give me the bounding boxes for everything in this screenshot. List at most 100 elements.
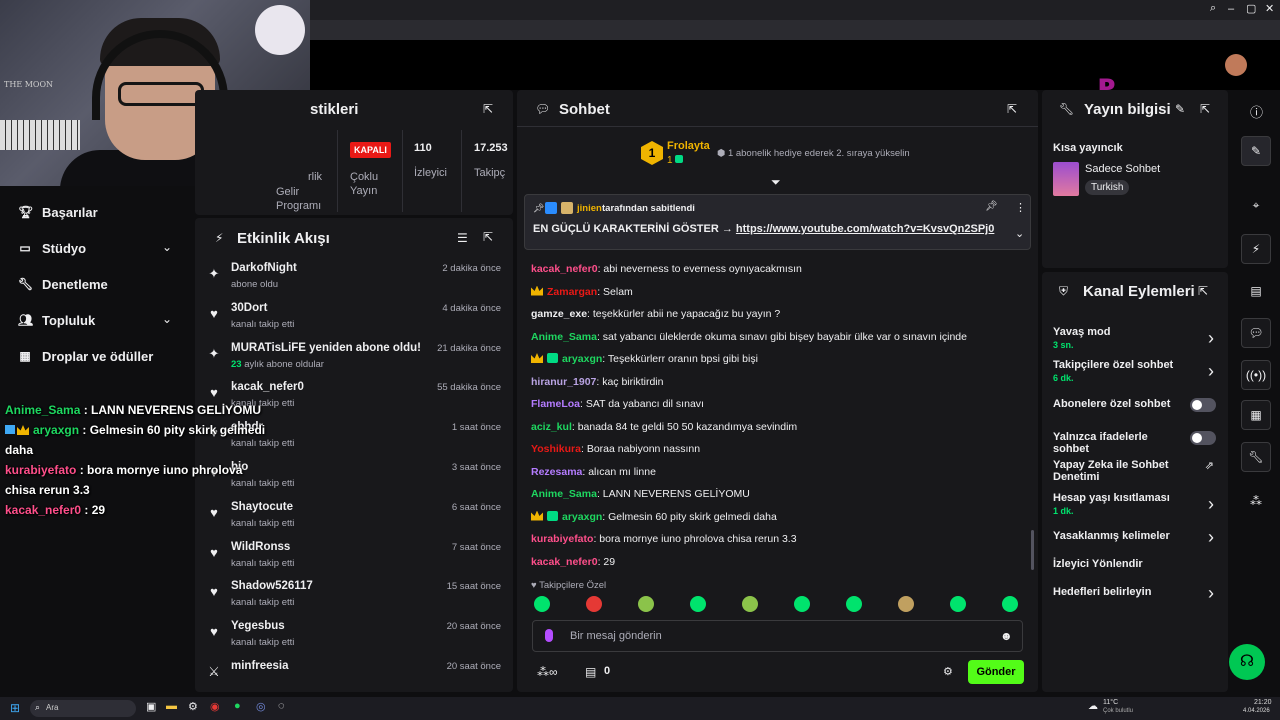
popout-icon[interactable]: ⇱: [1200, 102, 1210, 116]
list-item[interactable]: ✦ MURATisLiFE yeniden abone oldu! 23 aylık…: [195, 338, 513, 378]
channel-action-label[interactable]: İzleyici Yönlendir: [1053, 558, 1178, 570]
chat-username[interactable]: Anime_Sama: [531, 488, 597, 500]
more-icon[interactable]: ⋮: [1015, 201, 1026, 214]
microphone-icon[interactable]: [545, 629, 553, 642]
info-icon[interactable]: ⓘ: [1250, 102, 1263, 121]
channel-action-label[interactable]: Yavaş mod: [1053, 326, 1178, 338]
minimize-icon[interactable]: –: [1228, 3, 1234, 15]
windows-start-icon[interactable]: ⊞: [10, 701, 20, 715]
chat-username[interactable]: kurabiyefato: [531, 533, 593, 545]
list-item[interactable]: ♥ 30Dort kanalı takip etti 4 dakika önce: [195, 298, 513, 338]
chat-username[interactable]: gamze_exe: [531, 308, 587, 320]
unpin-icon[interactable]: 📌︎: [985, 201, 998, 212]
toggle-switch[interactable]: [1190, 431, 1216, 445]
emote-icon[interactable]: [638, 596, 654, 612]
list-item[interactable]: ♥ Yegesbus kanalı takip etti 20 saat önce: [195, 616, 513, 656]
emote-icon[interactable]: [950, 596, 966, 612]
chat-username[interactable]: aryaxgn: [562, 511, 602, 523]
emote-icon[interactable]: [742, 596, 758, 612]
chevron-down-icon[interactable]: ⌄: [162, 312, 172, 326]
chat-username[interactable]: Anime_Sama: [531, 331, 597, 343]
chevron-right-icon[interactable]: ›: [1208, 361, 1214, 382]
sidebar-item-community[interactable]: 👥︎ Topluluk: [18, 310, 95, 330]
list-item[interactable]: ✦ DarkofNight abone oldu 2 dakika önce: [195, 258, 513, 298]
bolt-icon[interactable]: ⚡︎: [1241, 234, 1271, 264]
channel-action-label[interactable]: Yapay Zeka ile Sohbet Denetimi: [1053, 459, 1178, 483]
channel-action-label[interactable]: Hedefleri belirleyin: [1053, 586, 1178, 598]
folder-icon[interactable]: ▬: [166, 700, 177, 712]
scrollbar[interactable]: [1031, 530, 1034, 570]
emote-icon[interactable]: [1002, 596, 1018, 612]
list-item[interactable]: ⚔ minfreesia 20 saat önce: [195, 656, 513, 696]
channel-action-label[interactable]: Yasaklanmış kelimeler: [1053, 530, 1178, 542]
users-icon[interactable]: ⁂: [1241, 486, 1271, 516]
tag-badge[interactable]: Turkish: [1085, 180, 1130, 195]
channel-action-label[interactable]: Hesap yaşı kısıtlaması: [1053, 492, 1178, 504]
gear-icon[interactable]: ⚙︎: [943, 665, 953, 678]
browser-icon[interactable]: ◉: [210, 700, 220, 713]
popout-icon[interactable]: ⇱: [483, 230, 493, 244]
taskview-icon[interactable]: ▣: [146, 700, 156, 713]
collapse-icon[interactable]: ⏷: [771, 175, 781, 190]
sidebar-item-studio[interactable]: ▭ Stüdyo: [18, 238, 86, 258]
chat-username[interactable]: aciz_kul: [531, 421, 572, 433]
notes-icon[interactable]: ▤: [1241, 276, 1271, 306]
chat-username[interactable]: kacak_nefer0: [531, 263, 598, 275]
external-link-icon[interactable]: ⇗: [1205, 459, 1214, 472]
sidebar-item-achievements[interactable]: 🏆︎ Başarılar: [18, 202, 98, 222]
emote-icon[interactable]: [690, 596, 706, 612]
obs-icon[interactable]: ◌: [278, 700, 285, 712]
list-item[interactable]: ♥ Shadow526117 kanalı takip etti 15 saat ön…: [195, 576, 513, 616]
avatar[interactable]: [1225, 54, 1247, 76]
chat-username[interactable]: aryaxgn: [562, 353, 602, 365]
search-icon[interactable]: ⌕: [1210, 2, 1216, 15]
gifter-name[interactable]: Frolayta: [667, 140, 710, 152]
send-button[interactable]: Gönder: [968, 660, 1024, 684]
layout-icon[interactable]: ▦: [1241, 400, 1271, 430]
chat-input[interactable]: Bir mesaj gönderin ☻: [532, 620, 1023, 652]
sidebar-item-drops[interactable]: ▦ Droplar ve ödüller: [18, 346, 153, 366]
emote-icon[interactable]: [898, 596, 914, 612]
chevron-right-icon[interactable]: ›: [1208, 583, 1214, 604]
chevron-down-icon[interactable]: ⌄: [1015, 227, 1024, 240]
chevron-right-icon[interactable]: ›: [1208, 527, 1214, 548]
edit-icon[interactable]: ✎: [1175, 102, 1185, 116]
pinned-by-user[interactable]: jinien: [577, 203, 602, 214]
popout-icon[interactable]: ⇱: [483, 102, 493, 116]
emote-icon[interactable]: [534, 596, 550, 612]
popout-icon[interactable]: ⇱: [1007, 102, 1017, 116]
pinned-link[interactable]: https://www.youtube.com/watch?v=KvsvQn2S…: [736, 223, 994, 235]
chat-icon[interactable]: 💬︎: [1241, 318, 1271, 348]
emote-icon[interactable]: [846, 596, 862, 612]
app-icon[interactable]: ⚙︎: [188, 700, 198, 713]
edit-icon[interactable]: ✎: [1241, 136, 1271, 166]
channel-action-label[interactable]: Takipçilere özel sohbet: [1053, 359, 1178, 371]
emote-icon[interactable]: [586, 596, 602, 612]
chevron-right-icon[interactable]: ›: [1208, 494, 1214, 515]
emoji-icon[interactable]: ☻: [1000, 629, 1013, 643]
target-icon[interactable]: ⌖: [1241, 190, 1271, 220]
discord-icon[interactable]: ◎: [256, 700, 266, 713]
chat-username[interactable]: hiranur_1907: [531, 376, 596, 388]
address-bar[interactable]: [300, 20, 1280, 40]
chevron-down-icon[interactable]: ⌄: [162, 240, 172, 254]
list-item[interactable]: ♥ WildRonss kanalı takip etti 7 saat önce: [195, 537, 513, 577]
channel-action-label[interactable]: Abonelere özel sohbet: [1053, 398, 1178, 410]
wrench-icon[interactable]: 🔧︎: [1241, 442, 1271, 472]
toggle-switch[interactable]: [1190, 398, 1216, 412]
taskbar-search[interactable]: ⌕ Ara: [30, 700, 136, 717]
chat-username[interactable]: kacak_nefer0: [531, 556, 598, 568]
chat-username[interactable]: FlameLoa: [531, 398, 580, 410]
users-icon[interactable]: ⁂∞: [537, 665, 558, 679]
emote-icon[interactable]: [794, 596, 810, 612]
filter-icon[interactable]: ☰: [457, 231, 468, 245]
broadcast-icon[interactable]: ((•)): [1241, 360, 1271, 390]
category-name[interactable]: Sadece Sohbet: [1085, 163, 1160, 175]
chevron-right-icon[interactable]: ›: [1208, 328, 1214, 349]
sidebar-item-moderation[interactable]: 🔧︎ Denetleme: [18, 274, 108, 294]
popout-icon[interactable]: ⇱: [1198, 284, 1208, 298]
maximize-icon[interactable]: ▢: [1246, 2, 1256, 15]
support-button[interactable]: ☊: [1229, 644, 1265, 680]
close-icon[interactable]: ✕: [1265, 2, 1274, 15]
spotify-icon[interactable]: ●: [234, 700, 241, 712]
